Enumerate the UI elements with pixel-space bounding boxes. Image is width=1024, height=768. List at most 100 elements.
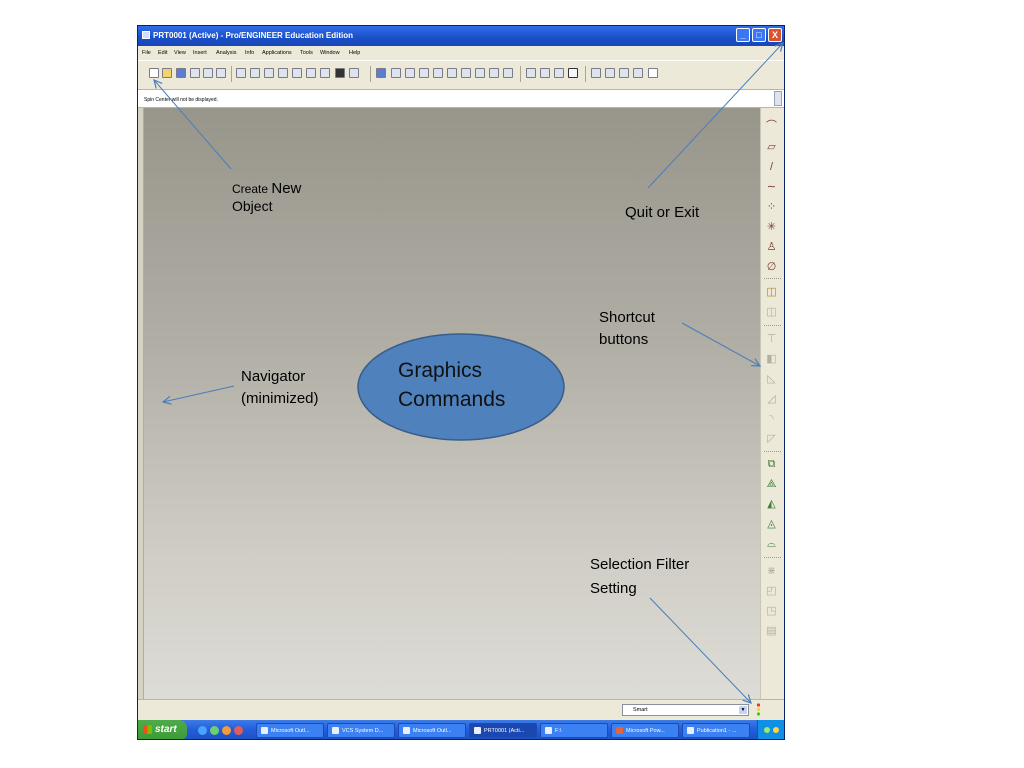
email-attach-icon[interactable] xyxy=(216,68,226,78)
menu-help[interactable]: Help xyxy=(349,50,360,56)
find-icon[interactable] xyxy=(335,68,345,78)
task-vcs[interactable]: VCS System D... xyxy=(327,723,395,738)
menu-edit[interactable]: Edit xyxy=(158,50,167,56)
datum-points-icon[interactable] xyxy=(619,68,629,78)
task-drive-f[interactable]: F:\ xyxy=(540,723,608,738)
app-quicklaunch-icon[interactable] xyxy=(234,726,243,735)
menu-bar: File Edit View Insert Analysis Info Appl… xyxy=(138,46,784,60)
datum-csys-icon[interactable]: ✳ xyxy=(765,221,778,234)
zoom-out-icon[interactable] xyxy=(433,68,443,78)
datum-analysis-icon[interactable]: ♙ xyxy=(765,241,778,254)
ie-quicklaunch-icon[interactable] xyxy=(198,726,207,735)
coord-sys-icon[interactable] xyxy=(633,68,643,78)
task-powerpoint[interactable]: Microsoft Pow... xyxy=(611,723,679,738)
datum-axis-icon[interactable]: / xyxy=(765,161,778,174)
maximize-button[interactable]: □ xyxy=(752,28,766,42)
minimize-button[interactable]: _ xyxy=(736,28,750,42)
reorient-icon[interactable] xyxy=(461,68,471,78)
selection-filter-dropdown[interactable]: Smart ▼ xyxy=(622,704,749,716)
graphics-commands-label: Graphics Commands xyxy=(398,356,505,414)
menu-applications[interactable]: Applications xyxy=(262,50,292,56)
no-hidden-icon[interactable] xyxy=(554,68,564,78)
select-box-icon[interactable] xyxy=(349,68,359,78)
menu-info[interactable]: Info xyxy=(245,50,254,56)
hole-icon[interactable]: ⊤ xyxy=(765,333,778,346)
datum-axes-icon[interactable] xyxy=(605,68,615,78)
desktop-quicklaunch-icon[interactable] xyxy=(210,726,219,735)
refit-icon[interactable] xyxy=(447,68,457,78)
tray-network-icon[interactable] xyxy=(764,727,770,733)
datum-curve-icon[interactable]: ∼ xyxy=(765,181,778,194)
saved-views-icon[interactable] xyxy=(475,68,485,78)
context-help-icon[interactable] xyxy=(648,68,658,78)
paste-icon[interactable] xyxy=(292,68,302,78)
wireframe-icon[interactable] xyxy=(526,68,536,78)
tray-app-icon[interactable] xyxy=(773,727,779,733)
pattern-icon[interactable]: ⋇ xyxy=(765,565,778,578)
print-icon[interactable] xyxy=(190,68,200,78)
mirror-icon[interactable]: ⟁ xyxy=(765,478,778,491)
datum-planes-icon[interactable] xyxy=(591,68,601,78)
menu-view[interactable]: View xyxy=(174,50,186,56)
datum-edit-icon[interactable]: ∅ xyxy=(765,261,778,274)
task-label: Publication1 - ... xyxy=(697,728,737,734)
message-scrollbar[interactable] xyxy=(774,91,782,106)
task-outlook-1[interactable]: Microsoft Outl... xyxy=(256,723,324,738)
selection-filter-callout: Selection Filter Setting xyxy=(590,553,689,601)
task-publication[interactable]: Publication1 - ... xyxy=(682,723,750,738)
regenerate-icon[interactable] xyxy=(320,68,330,78)
view-manager-icon[interactable] xyxy=(503,68,513,78)
hidden-line-icon[interactable] xyxy=(540,68,550,78)
menu-file[interactable]: File xyxy=(142,50,151,56)
layers-icon[interactable] xyxy=(489,68,499,78)
shell-icon[interactable]: ◧ xyxy=(765,353,778,366)
offset-icon[interactable]: ◰ xyxy=(765,585,778,598)
thicken-icon[interactable]: ◳ xyxy=(765,605,778,618)
intersect-icon[interactable]: ⌓ xyxy=(765,538,778,551)
cut-icon[interactable] xyxy=(264,68,274,78)
datum-point-icon[interactable]: ⁘ xyxy=(765,201,778,214)
spin-center-icon[interactable] xyxy=(391,68,401,78)
create-new-emph: New xyxy=(271,180,302,197)
menu-insert[interactable]: Insert xyxy=(193,50,207,56)
sketch-icon[interactable]: ⌒ xyxy=(765,120,778,133)
menu-tools[interactable]: Tools xyxy=(300,50,313,56)
trim-icon[interactable]: ◬ xyxy=(765,518,778,531)
round-icon[interactable]: ◝ xyxy=(765,413,778,426)
revolve-icon[interactable]: ◫ xyxy=(765,306,778,319)
task-label: F:\ xyxy=(555,728,562,734)
new-icon[interactable] xyxy=(149,68,159,78)
start-button[interactable]: start xyxy=(138,720,187,739)
close-button[interactable]: X xyxy=(768,28,782,42)
save-icon[interactable] xyxy=(176,68,186,78)
email-icon[interactable] xyxy=(203,68,213,78)
copy-feature-icon[interactable]: ⧉ xyxy=(765,458,778,471)
chamfer-icon[interactable]: ◸ xyxy=(765,433,778,446)
media-quicklaunch-icon[interactable] xyxy=(222,726,231,735)
task-proe[interactable]: PRT0001 (Acti... xyxy=(469,723,537,738)
orient-icon[interactable] xyxy=(405,68,415,78)
navigator-line2: (minimized) xyxy=(241,390,319,407)
open-icon[interactable] xyxy=(162,68,172,78)
menu-analysis[interactable]: Analysis xyxy=(216,50,236,56)
shading-icon[interactable] xyxy=(568,68,578,78)
title-bar[interactable]: PRT0001 (Active) - Pro/ENGINEER Educatio… xyxy=(138,26,784,46)
chevron-down-icon[interactable]: ▼ xyxy=(739,706,747,714)
repaint-icon[interactable] xyxy=(376,68,386,78)
task-label: Microsoft Pow... xyxy=(626,728,665,734)
copy-icon[interactable] xyxy=(278,68,288,78)
redo-icon[interactable] xyxy=(250,68,260,78)
undo-icon[interactable] xyxy=(236,68,246,78)
solidify-icon[interactable]: ▤ xyxy=(765,625,778,638)
zoom-in-icon[interactable] xyxy=(419,68,429,78)
datum-plane-icon[interactable]: ▱ xyxy=(765,141,778,154)
rib-icon[interactable]: ◺ xyxy=(765,373,778,386)
paste-special-icon[interactable] xyxy=(306,68,316,78)
menu-window[interactable]: Window xyxy=(320,50,340,56)
task-outlook-2[interactable]: Microsoft Outl... xyxy=(398,723,466,738)
merge-icon[interactable]: ◭ xyxy=(765,498,778,511)
quit-exit-callout: Quit or Exit xyxy=(625,204,700,221)
extrude-icon[interactable]: ◫ xyxy=(765,286,778,299)
app-icon xyxy=(142,31,150,39)
draft-icon[interactable]: ◿ xyxy=(765,393,778,406)
